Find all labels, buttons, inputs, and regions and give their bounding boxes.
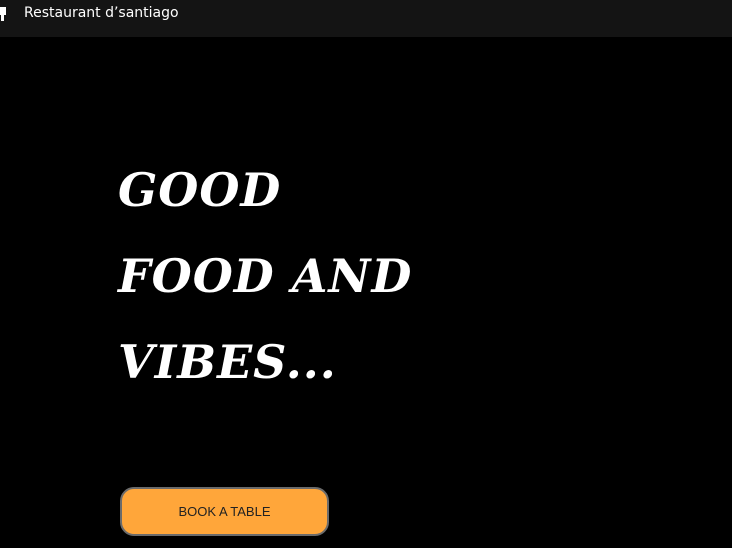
book-table-button[interactable]: BOOK A TABLE <box>120 487 329 536</box>
headline-line-2: FOOD AND <box>118 249 413 303</box>
title-bar: Restaurant d’santiago <box>0 0 732 37</box>
hero-headline: GOOD FOOD AND VIBES... <box>118 147 412 405</box>
chef-hat-icon <box>0 7 6 21</box>
headline-line-3: VIBES... <box>118 335 337 389</box>
window-title: Restaurant d’santiago <box>24 5 179 21</box>
headline-line-1: GOOD <box>118 163 282 217</box>
